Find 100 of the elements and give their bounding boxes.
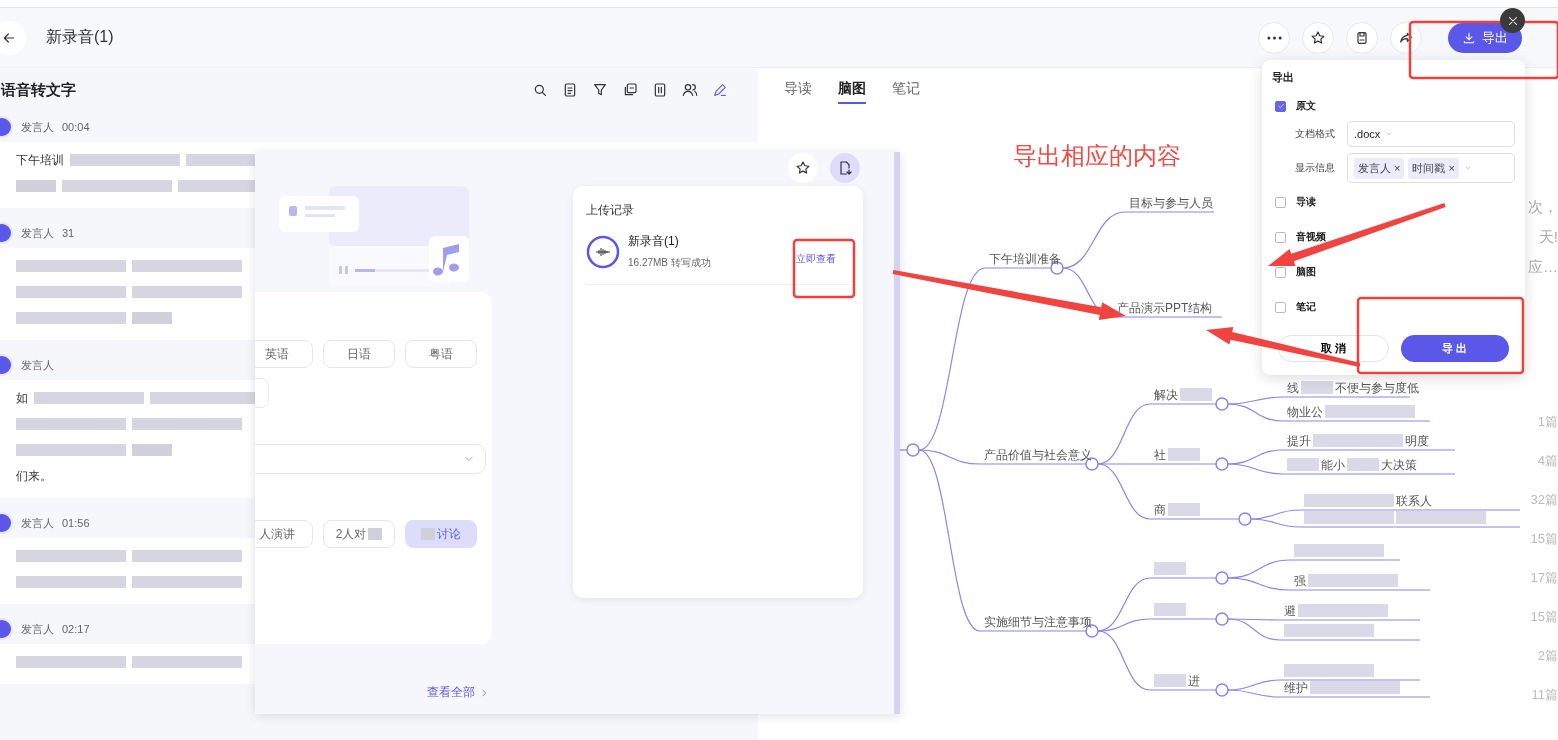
card-title: 上传记录 — [586, 202, 635, 219]
transcript-text: 如 — [16, 389, 28, 407]
option-chip[interactable]: 讨论 — [405, 520, 477, 548]
star-icon — [795, 160, 811, 176]
tag: 时间戳 × — [1408, 157, 1459, 179]
audio-wave-icon — [586, 234, 620, 269]
node-label: 维护 — [1284, 681, 1308, 695]
node-label: 联系人 — [1396, 494, 1432, 508]
blurred-text — [1301, 381, 1333, 394]
background-text: 次， — [1528, 198, 1558, 217]
option-label: 音视频 — [1296, 230, 1326, 244]
favorite-button[interactable] — [1302, 21, 1334, 54]
node-label: 解决 — [1154, 388, 1178, 402]
node-label: 下午培训准备 — [989, 252, 1061, 266]
blurred-text — [1287, 458, 1319, 471]
mindmap-node-circle — [1215, 457, 1229, 471]
save-icon — [1354, 29, 1370, 46]
favorite-button[interactable] — [788, 153, 818, 183]
speaker-name: 发言人 — [21, 357, 54, 373]
option-chip[interactable]: 英语 — [255, 340, 313, 368]
file-status: 16.27MB 转写成功 — [628, 256, 712, 270]
article-count: 17篇 — [1530, 569, 1558, 587]
article-count: 32篇 — [1530, 491, 1558, 509]
people-icon[interactable] — [682, 82, 698, 98]
node-label: 强 — [1294, 574, 1306, 588]
background-text: 应… — [1528, 258, 1558, 277]
copy-icon[interactable] — [622, 82, 638, 98]
checkbox[interactable] — [1275, 301, 1286, 313]
checkbox[interactable] — [1275, 231, 1286, 243]
node-label: 社 — [1154, 448, 1166, 462]
more-icon — [1266, 35, 1282, 40]
timestamp: 02:17 — [62, 623, 90, 635]
file-name: 新录音(1) — [628, 233, 680, 250]
pen-icon[interactable] — [712, 82, 728, 98]
option-chip[interactable]: 2人对 — [323, 520, 395, 548]
mindmap-node-circle — [906, 443, 920, 457]
save-button[interactable] — [1346, 21, 1378, 54]
node-label: 实施细节与注意事项 — [984, 615, 1092, 629]
checkbox[interactable] — [1275, 196, 1286, 208]
mindmap-node-circle — [1215, 571, 1229, 585]
check-icon — [1276, 102, 1285, 110]
view-now-link[interactable]: 立即查看 — [796, 251, 836, 266]
share-button[interactable] — [1390, 21, 1422, 54]
timestamp: 00:04 — [62, 121, 90, 133]
node-label: 明度 — [1405, 434, 1429, 448]
tab[interactable]: 笔记 — [892, 76, 920, 104]
export-confirm-button[interactable]: 导 出 — [1400, 335, 1509, 362]
search-icon[interactable] — [532, 82, 548, 98]
filter-icon[interactable] — [592, 82, 608, 98]
option-label: 笔记 — [1296, 300, 1316, 314]
blurred-text — [1180, 388, 1212, 401]
option-label: 原文 — [1296, 99, 1316, 113]
highlight-box — [792, 238, 856, 299]
speaker-name: 发言人 — [21, 515, 54, 531]
node-label: 大决策 — [1381, 458, 1417, 472]
blurred-text — [16, 180, 56, 192]
option-chip[interactable]: 粤语 — [405, 340, 477, 368]
node-label: 物业公 — [1287, 405, 1323, 419]
tab[interactable]: 导读 — [784, 76, 812, 104]
background-text: 天! — [1538, 228, 1558, 247]
export-file-button[interactable] — [830, 153, 860, 183]
download-icon — [1462, 30, 1476, 45]
timestamp: 31 — [62, 227, 75, 239]
field-label: 显示信息 — [1295, 161, 1336, 175]
option-label: 导读 — [1296, 195, 1316, 209]
article-count: 1篇 — [1537, 413, 1558, 431]
blurred-text — [1154, 674, 1186, 687]
node-label: 目标与参与人员 — [1129, 196, 1213, 210]
article-count: 11篇 — [1531, 686, 1558, 704]
field-label: 文档格式 — [1295, 127, 1336, 141]
blurred-text — [132, 444, 172, 456]
mindmap-node-circle — [1215, 612, 1229, 626]
document-icon[interactable] — [562, 82, 578, 98]
article-count: 4篇 — [1537, 452, 1558, 470]
panel-title: 语音转文字 — [1, 80, 76, 100]
option-label: 脑图 — [1296, 265, 1316, 279]
tag: 发言人 × — [1354, 157, 1405, 179]
mindmap-node-circle — [1238, 512, 1252, 526]
speaker-name: 发言人 — [21, 119, 54, 135]
dropdown-field[interactable] — [255, 444, 486, 474]
view-all-link[interactable]: 查看全部 — [427, 684, 495, 701]
select-field[interactable]: 发言人 × 时间戳 × — [1347, 153, 1515, 183]
blurred-text — [1154, 603, 1186, 616]
option-chip[interactable]: 人演讲 — [255, 520, 313, 548]
node-label: 提升 — [1287, 434, 1311, 448]
mindmap-node-circle — [1215, 397, 1229, 411]
select-field[interactable]: .docx — [1347, 121, 1515, 147]
transcript-text: 下午培训 — [16, 151, 64, 169]
option-chip[interactable]: 日语 — [323, 340, 395, 368]
notes-icon[interactable] — [652, 82, 668, 98]
checkbox[interactable] — [1275, 100, 1286, 112]
article-count: 2篇 — [1537, 647, 1558, 665]
tab[interactable]: 脑图 — [838, 76, 866, 104]
article-count: 15篇 — [1530, 530, 1558, 548]
node-label: 能小 — [1321, 458, 1345, 472]
annotation-text: 导出相应的内容 — [1013, 141, 1181, 171]
chevron-right-icon — [479, 687, 489, 698]
checkbox[interactable] — [1275, 266, 1286, 278]
back-button[interactable] — [0, 20, 26, 55]
timestamp: 01:56 — [62, 517, 90, 529]
